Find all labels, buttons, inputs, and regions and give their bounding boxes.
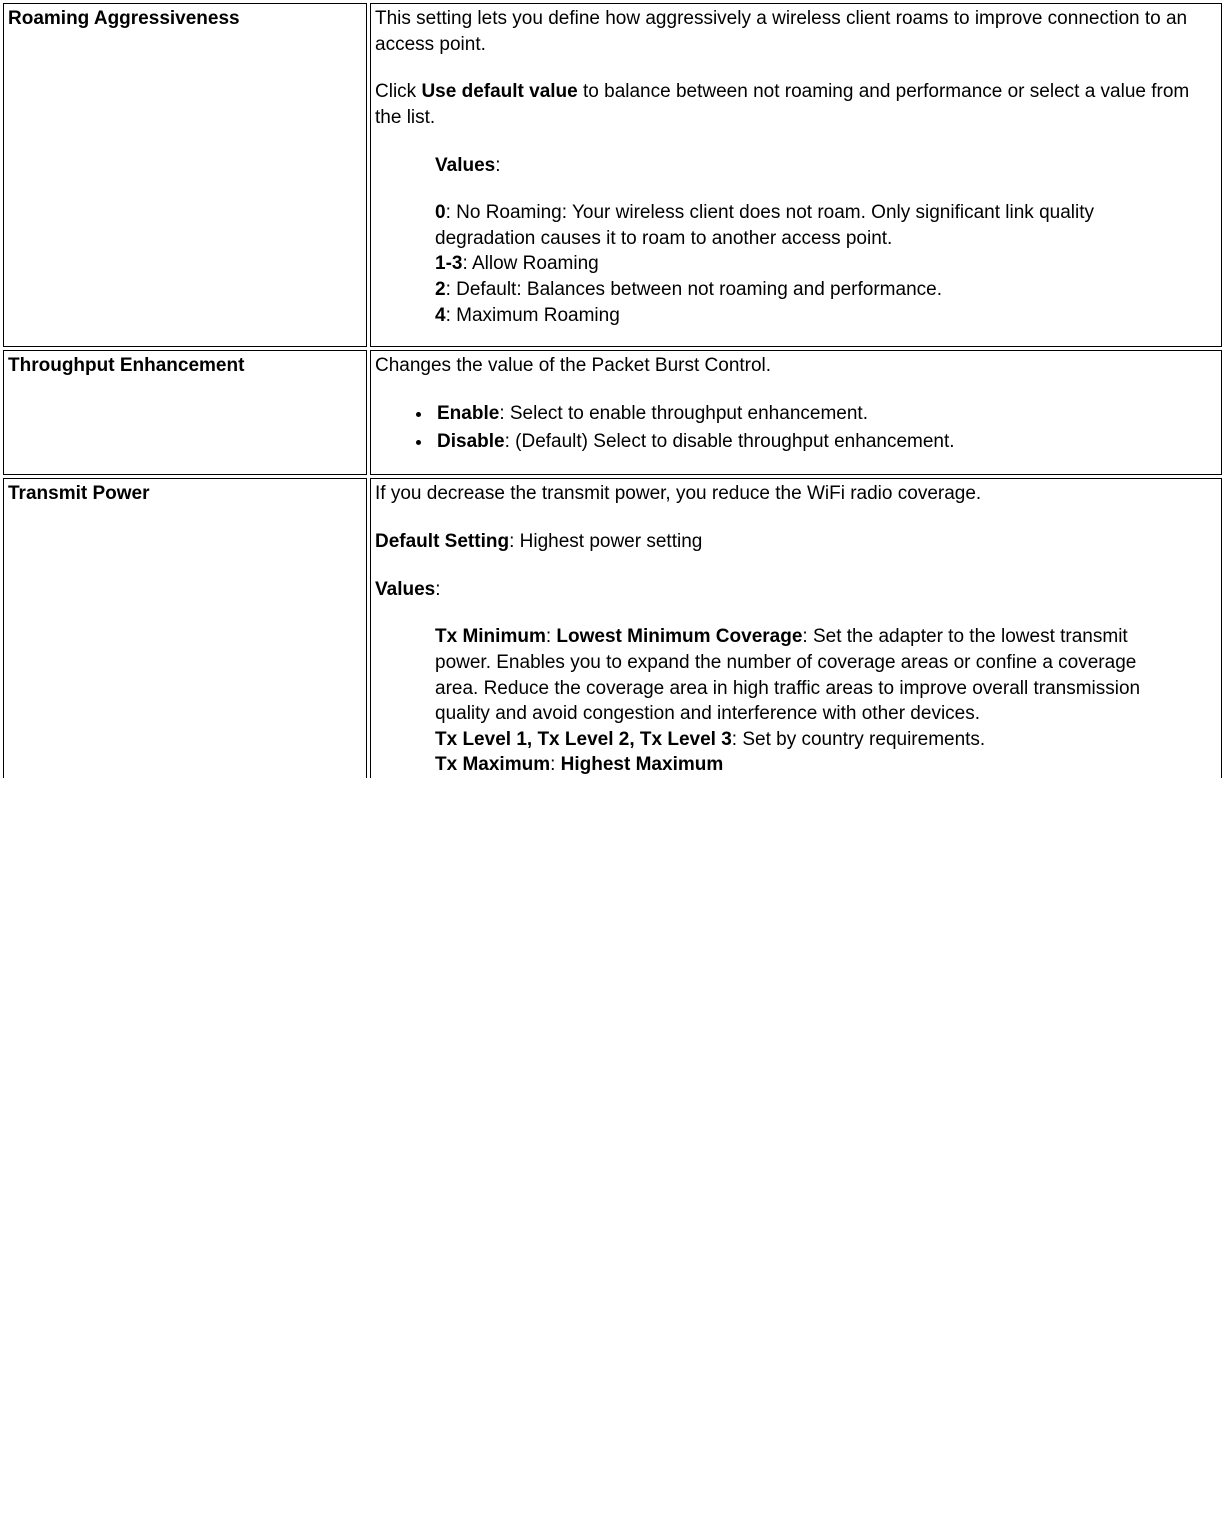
value-item: 0: No Roaming: Your wireless client does…	[435, 200, 1157, 251]
setting-name: Transmit Power	[8, 483, 150, 504]
setting-name-cell: Transmit Power	[3, 478, 367, 778]
list-item: Disable: (Default) Select to disable thr…	[433, 429, 1217, 455]
values-list: 0: No Roaming: Your wireless client does…	[435, 200, 1157, 328]
values-heading: Values:	[435, 153, 1157, 179]
table-row: Roaming Aggressiveness This setting lets…	[3, 3, 1222, 347]
setting-intro: Changes the value of the Packet Burst Co…	[375, 353, 1217, 379]
value-key: 1-3	[435, 253, 462, 274]
setting-name: Roaming Aggressiveness	[8, 8, 240, 29]
value-text: : No Roaming: Your wireless client does …	[435, 202, 1094, 249]
value-item: 1-3: Allow Roaming	[435, 251, 1157, 277]
value-item: 2: Default: Balances between not roaming…	[435, 277, 1157, 303]
value-text: : Default: Balances between not roaming …	[446, 279, 942, 300]
setting-desc-cell: If you decrease the transmit power, you …	[370, 478, 1222, 778]
default-setting-value: : Highest power setting	[509, 531, 702, 552]
value-item: Tx Maximum: Highest Maximum	[435, 752, 1157, 778]
setting-name-cell: Roaming Aggressiveness	[3, 3, 367, 347]
bullet-key: Disable	[437, 431, 505, 452]
list-item: Enable: Select to enable throughput enha…	[433, 401, 1217, 427]
use-default-value-label: Use default value	[421, 81, 577, 102]
value-key: 0	[435, 202, 446, 223]
settings-table: Roaming Aggressiveness This setting lets…	[0, 0, 1225, 781]
bullet-list: Enable: Select to enable throughput enha…	[405, 401, 1217, 454]
value-key: 4	[435, 305, 446, 326]
bullet-text: : (Default) Select to disable throughput…	[505, 431, 955, 452]
setting-name: Throughput Enhancement	[8, 355, 244, 376]
setting-desc-cell: Changes the value of the Packet Burst Co…	[370, 350, 1222, 475]
setting-name-cell: Throughput Enhancement	[3, 350, 367, 475]
values-list: Tx Minimum: Lowest Minimum Coverage : Set…	[435, 624, 1157, 778]
values-label: Values	[375, 579, 435, 600]
setting-desc-cell: This setting lets you define how aggress…	[370, 3, 1222, 347]
value-text: : Allow Roaming	[462, 253, 598, 274]
value-key2: Highest Maximum	[561, 754, 724, 775]
setting-intro: If you decrease the transmit power, you …	[375, 481, 1217, 507]
value-key: 2	[435, 279, 446, 300]
value-item: 4: Maximum Roaming	[435, 303, 1157, 329]
values-heading: Values:	[375, 577, 1217, 603]
value-key: Tx Minimum	[435, 626, 546, 647]
setting-intro: This setting lets you define how aggress…	[375, 6, 1217, 57]
value-text: : Maximum Roaming	[446, 305, 620, 326]
value-key2: Lowest Minimum Coverage	[556, 626, 802, 647]
value-item: Tx Level 1, Tx Level 2, Tx Level 3: Set …	[435, 727, 1157, 753]
setting-click-note: Click Use default value to balance betwe…	[375, 79, 1217, 130]
value-text: : Set by country requirements.	[732, 729, 985, 750]
value-key: Tx Level 1, Tx Level 2, Tx Level 3	[435, 729, 732, 750]
value-item: Tx Minimum: Lowest Minimum Coverage: Set…	[435, 624, 1157, 727]
bullet-text: : Select to enable throughput enhancemen…	[499, 403, 868, 424]
default-setting: Default Setting: Highest power setting	[375, 529, 1217, 555]
text: Click	[375, 81, 421, 102]
bullet-key: Enable	[437, 403, 499, 424]
text: :	[550, 754, 561, 775]
table-row: Throughput Enhancement Changes the value…	[3, 350, 1222, 475]
text: :	[546, 626, 557, 647]
default-setting-label: Default Setting	[375, 531, 509, 552]
table-row: Transmit Power If you decrease the trans…	[3, 478, 1222, 778]
value-key: Tx Maximum	[435, 754, 550, 775]
values-label: Values	[435, 155, 495, 176]
